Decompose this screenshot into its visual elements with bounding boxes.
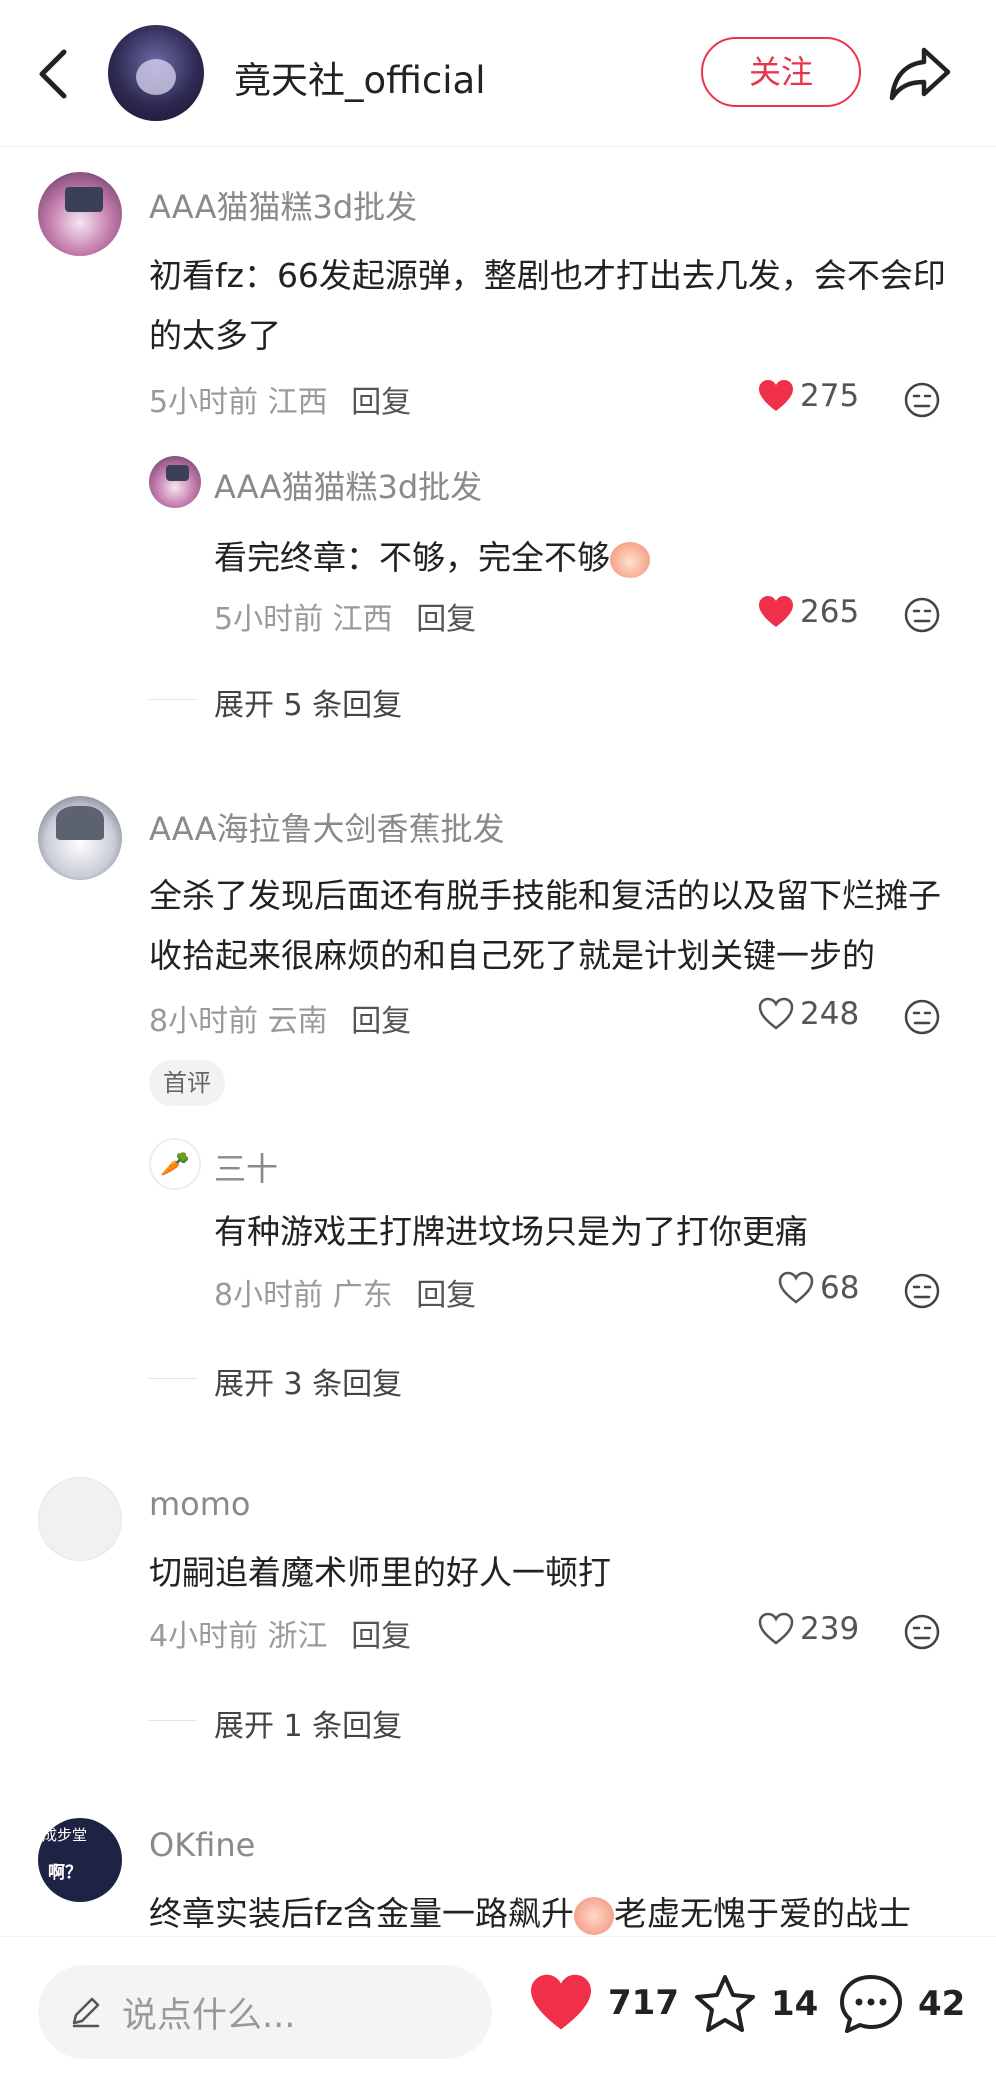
comment-location: 云南 bbox=[267, 1004, 328, 1039]
reply-username[interactable]: AAA猫猫糕3d批发 bbox=[214, 462, 482, 508]
comment-username[interactable]: AAA猫猫糕3d批发 bbox=[149, 182, 417, 228]
post-like-count: 717 bbox=[608, 1983, 679, 2023]
comment-username[interactable]: OKfine bbox=[149, 1826, 255, 1864]
reply-button[interactable]: 回复 bbox=[416, 1278, 476, 1313]
comment-text[interactable]: 切嗣追着魔术师里的好人一顿打 bbox=[149, 1543, 949, 1603]
comment-input[interactable]: 说点什么... bbox=[38, 1965, 492, 2059]
like-count: 275 bbox=[800, 378, 860, 414]
like-count: 68 bbox=[820, 1270, 860, 1306]
comment-bubble-icon bbox=[840, 1975, 902, 2033]
comment-meta: 8小时前 云南 回复 bbox=[149, 996, 411, 1040]
follow-button[interactable]: 关注 bbox=[701, 37, 861, 107]
expand-replies-button[interactable]: 展开 5 条回复 bbox=[214, 680, 402, 724]
reply-location: 广东 bbox=[332, 1278, 393, 1313]
comment-time: 8小时前 bbox=[149, 1004, 259, 1039]
dislike-face-icon[interactable] bbox=[904, 1273, 940, 1309]
heart-outline-icon bbox=[758, 997, 794, 1030]
comment-text[interactable]: 终章实装后fz含金量一路飙升 老虚无愧于爱的战士 bbox=[149, 1884, 969, 1944]
avatar[interactable] bbox=[38, 796, 122, 880]
reply-button[interactable]: 回复 bbox=[351, 1619, 411, 1654]
like-count: 265 bbox=[800, 594, 860, 630]
dislike-face-icon[interactable] bbox=[904, 382, 940, 418]
like-button[interactable]: 275 bbox=[758, 378, 859, 414]
comment-text-part: 终章实装后fz含金量一路飙升 bbox=[149, 1894, 574, 1933]
reply-meta: 5小时前 江西 回复 bbox=[214, 594, 476, 638]
dislike-face-icon[interactable] bbox=[904, 597, 940, 633]
reply-meta: 8小时前 广东 回复 bbox=[214, 1270, 476, 1314]
comment-time: 4小时前 bbox=[149, 1619, 259, 1654]
author-name[interactable]: 竟天社_official bbox=[234, 50, 485, 104]
expand-replies-button[interactable]: 展开 3 条回复 bbox=[214, 1359, 402, 1403]
peach-face-emoji bbox=[610, 541, 650, 578]
comment-page: 竟天社_official 关注 AAA猫猫糕3d批发 初看fz：66发起源弹，整… bbox=[0, 0, 996, 2081]
dislike-face-icon[interactable] bbox=[904, 999, 940, 1035]
like-count: 248 bbox=[800, 996, 860, 1032]
reply-button[interactable]: 回复 bbox=[351, 385, 411, 420]
reply-button[interactable]: 回复 bbox=[351, 1004, 411, 1039]
reply-avatar[interactable] bbox=[149, 456, 201, 508]
avatar-caption: 啊？ bbox=[48, 1863, 82, 1883]
favorite-count: 14 bbox=[771, 1984, 819, 2024]
like-button[interactable]: 239 bbox=[758, 1611, 859, 1647]
header: 竟天社_official 关注 bbox=[0, 0, 996, 147]
expand-divider bbox=[149, 699, 197, 700]
like-button[interactable]: 248 bbox=[758, 996, 859, 1032]
heart-filled-icon bbox=[531, 1974, 591, 2030]
like-button[interactable]: 265 bbox=[758, 594, 859, 630]
avatar-caption: 成步堂 bbox=[42, 1826, 88, 1844]
comment-meta: 4小时前 浙江 回复 bbox=[149, 1611, 411, 1655]
star-icon bbox=[695, 1975, 755, 2032]
pen-icon bbox=[72, 1997, 100, 2028]
expand-replies-button[interactable]: 展开 1 条回复 bbox=[214, 1701, 402, 1745]
expand-divider bbox=[149, 1720, 197, 1721]
comment-time: 5小时前 bbox=[149, 385, 259, 420]
comment-username[interactable]: momo bbox=[149, 1485, 251, 1523]
dislike-face-icon[interactable] bbox=[904, 1614, 940, 1650]
comment-text-part: 老虚无愧于爱的战士 bbox=[613, 1894, 911, 1933]
heart-filled-icon bbox=[759, 380, 793, 411]
reply-text-body: 看完终章：不够，完全不够 bbox=[214, 538, 610, 577]
like-button[interactable]: 68 bbox=[778, 1270, 859, 1306]
comment-location: 江西 bbox=[267, 385, 328, 420]
reply-time: 8小时前 bbox=[214, 1278, 324, 1313]
heart-outline-icon bbox=[758, 1612, 794, 1645]
comment-input-placeholder: 说点什么... bbox=[122, 1996, 296, 2036]
reply-avatar[interactable]: 🥕 bbox=[149, 1138, 201, 1190]
reply-time: 5小时前 bbox=[214, 602, 324, 637]
comment-username[interactable]: AAA海拉鲁大剑香蕉批发 bbox=[149, 804, 504, 850]
like-count: 239 bbox=[800, 1611, 860, 1647]
first-comment-badge: 首评 bbox=[149, 1060, 225, 1106]
back-arrow-icon[interactable] bbox=[34, 46, 74, 102]
comment-text[interactable]: 全杀了发现后面还有脱手技能和复活的以及留下烂摊子收拾起来很麻烦的和自己死了就是计… bbox=[149, 866, 949, 986]
avatar[interactable] bbox=[38, 1477, 122, 1561]
favorite-button[interactable]: 14 bbox=[693, 1973, 818, 2035]
reply-text[interactable]: 有种游戏王打牌进坟场只是为了打你更痛 bbox=[214, 1202, 914, 1262]
comment-count: 42 bbox=[918, 1984, 966, 2024]
crying-face-emoji bbox=[573, 1896, 614, 1935]
reply-username[interactable]: 三十 bbox=[214, 1144, 278, 1190]
post-like-button[interactable]: 717 bbox=[528, 1973, 679, 2033]
author-avatar[interactable] bbox=[108, 25, 204, 121]
heart-outline-icon bbox=[778, 1271, 814, 1304]
comment-text[interactable]: 初看fz：66发起源弹，整剧也才打出去几发，会不会印的太多了 bbox=[149, 246, 949, 366]
heart-filled-icon bbox=[759, 596, 793, 627]
expand-divider bbox=[149, 1378, 197, 1379]
comments-button[interactable]: 42 bbox=[838, 1973, 965, 2035]
comment-meta: 5小时前 江西 回复 bbox=[149, 377, 411, 421]
avatar[interactable]: 成步堂 啊？ bbox=[38, 1818, 122, 1902]
avatar[interactable] bbox=[38, 172, 122, 256]
reply-location: 江西 bbox=[332, 602, 393, 637]
reply-button[interactable]: 回复 bbox=[416, 602, 476, 637]
reply-text[interactable]: 看完终章：不够，完全不够 bbox=[214, 528, 914, 588]
bottom-bar: 说点什么... 717 14 42 bbox=[0, 1936, 996, 2081]
comment-location: 浙江 bbox=[267, 1619, 328, 1654]
share-icon[interactable] bbox=[888, 44, 952, 104]
